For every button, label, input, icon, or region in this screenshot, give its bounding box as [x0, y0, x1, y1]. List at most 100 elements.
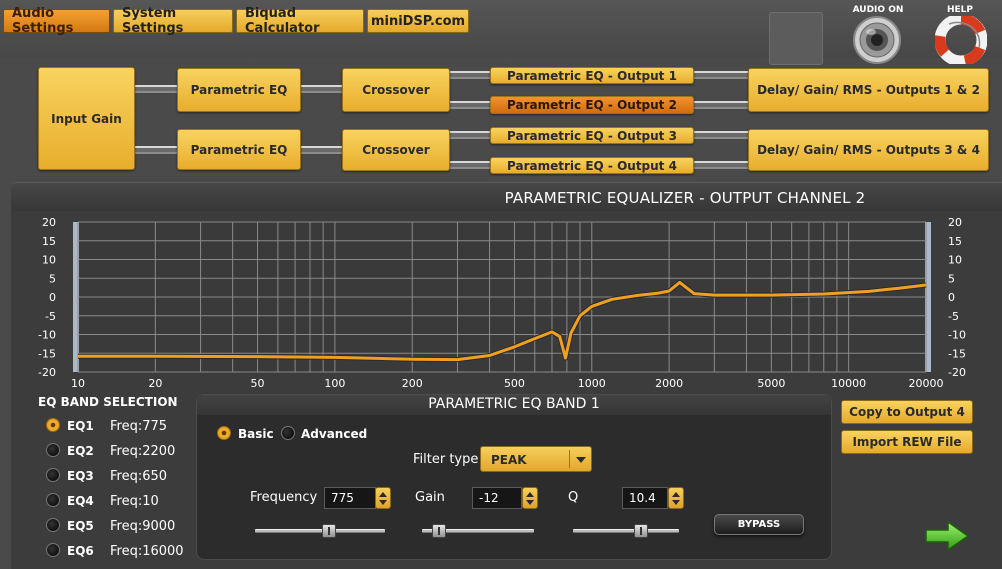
y-tick-label-right: -5 — [948, 310, 959, 323]
delay-gain-rms-outputs-3-4-block[interactable]: Delay/ Gain/ RMS - Outputs 3 & 4 — [748, 129, 989, 171]
import-rew-file-button[interactable]: Import REW File — [841, 430, 973, 454]
y-tick-label-left: -15 — [38, 347, 56, 360]
x-tick-label: 20000 — [909, 377, 944, 390]
panel-title: PARAMETRIC EQUALIZER - OUTPUT CHANNEL 2 — [504, 189, 866, 207]
arrow-down-icon — [526, 499, 534, 505]
x-tick-label: 5000 — [757, 377, 785, 390]
frequency-input[interactable]: 775 — [324, 487, 376, 509]
connector-line — [449, 101, 491, 109]
x-tick-label: 2000 — [655, 377, 683, 390]
mode-basic-label: Basic — [238, 427, 274, 441]
speaker-icon[interactable] — [852, 15, 902, 65]
eq-band-freq: Freq:2200 — [110, 444, 176, 459]
y-tick-label-left: -20 — [38, 366, 56, 379]
x-tick-label: 500 — [504, 377, 525, 390]
eq-band-name: EQ5 — [67, 519, 94, 533]
gain-label: Gain — [415, 490, 445, 505]
band-panel — [196, 394, 832, 560]
x-tick-label: 1000 — [578, 377, 606, 390]
connector-line — [134, 85, 178, 93]
y-tick-label-right: -15 — [948, 347, 966, 360]
eq-band-radio[interactable] — [46, 543, 60, 557]
y-tick-label-right: 10 — [948, 254, 962, 267]
connector-line — [449, 131, 491, 139]
frequency-slider[interactable] — [255, 529, 385, 533]
eq-band-name: EQ1 — [67, 419, 94, 433]
frequency-label: Frequency — [250, 490, 318, 505]
filter-type-select[interactable]: PEAK — [480, 446, 592, 472]
parametric-eq-block-2[interactable]: Parametric EQ — [177, 129, 301, 170]
q-slider-thumb[interactable] — [633, 524, 648, 538]
q-input[interactable]: 10.4 — [622, 487, 668, 509]
q-label: Q — [568, 490, 579, 505]
bypass-button[interactable]: BYPASS — [714, 514, 804, 535]
tab-audio-settings[interactable]: Audio Settings — [3, 6, 110, 36]
eq-band-selection-title: EQ BAND SELECTION — [38, 395, 178, 409]
connector-line — [300, 146, 343, 154]
frequency-stepper[interactable] — [375, 487, 391, 509]
connector-line — [694, 161, 749, 169]
y-tick-label-left: -10 — [38, 329, 56, 342]
gain-slider-thumb[interactable] — [431, 524, 446, 538]
blank-panel — [769, 12, 823, 65]
y-tick-label-left: -5 — [45, 310, 56, 323]
delay-gain-rms-outputs-1-2-block[interactable]: Delay/ Gain/ RMS - Outputs 1 & 2 — [748, 68, 989, 112]
eq-band-name: EQ2 — [67, 444, 94, 458]
connector-line — [300, 85, 343, 93]
x-tick-label: 10 — [71, 377, 85, 390]
select-divider — [569, 450, 570, 468]
copy-to-output-4-button[interactable]: Copy to Output 4 — [841, 400, 973, 424]
y-tick-label-left: 20 — [42, 216, 56, 229]
eq-band-freq: Freq:10 — [110, 494, 159, 509]
y-tick-label-right: 0 — [948, 291, 955, 304]
arrow-right-icon[interactable] — [924, 520, 970, 552]
y-tick-label-right: 15 — [948, 235, 962, 248]
x-tick-label: 50 — [251, 377, 265, 390]
q-slider[interactable] — [573, 529, 679, 533]
filter-type-value: PEAK — [491, 453, 527, 467]
mode-basic-radio[interactable] — [217, 426, 231, 440]
tab-biquad-calculator[interactable]: Biquad Calculator — [236, 6, 364, 36]
y-tick-label-left: 5 — [49, 272, 56, 285]
crossover-block-1[interactable]: Crossover — [342, 68, 450, 112]
connector-line — [449, 71, 491, 79]
q-stepper[interactable] — [668, 487, 684, 509]
parametric-eq-block-1[interactable]: Parametric EQ — [177, 68, 301, 112]
eq-band-radio[interactable] — [46, 418, 60, 432]
lifebuoy-icon[interactable] — [934, 13, 988, 67]
tab-minidsp-com[interactable]: miniDSP.com — [367, 9, 469, 33]
eq-band-freq: Freq:9000 — [110, 519, 176, 534]
eq-band-radio[interactable] — [46, 468, 60, 482]
peq-output-3-block[interactable]: Parametric EQ - Output 3 — [490, 127, 694, 144]
eq-band-radio[interactable] — [46, 443, 60, 457]
tab-system-settings[interactable]: System Settings — [113, 6, 233, 36]
eq-band-radio[interactable] — [46, 493, 60, 507]
y-tick-label-left: 10 — [42, 254, 56, 267]
eq-band-freq: Freq:16000 — [110, 544, 184, 559]
x-tick-label: 200 — [402, 377, 423, 390]
crossover-block-2[interactable]: Crossover — [342, 129, 450, 171]
input-gain-block[interactable]: Input Gain — [38, 67, 135, 170]
gain-stepper[interactable] — [522, 487, 538, 509]
eq-band-radio[interactable] — [46, 518, 60, 532]
connector-line — [694, 131, 749, 139]
eq-band-name: EQ3 — [67, 469, 94, 483]
chevron-down-icon — [576, 457, 586, 463]
mode-advanced-radio[interactable] — [281, 426, 295, 440]
arrow-down-icon — [379, 499, 387, 505]
peq-output-1-block[interactable]: Parametric EQ - Output 1 — [490, 67, 694, 84]
eq-response-chart: 20 2015 1510 105 50 0-5 -5-10 -10-15 -15-20 -2010… — [38, 216, 966, 390]
gain-input[interactable]: -12 — [472, 487, 522, 509]
frequency-slider-thumb[interactable] — [322, 524, 337, 538]
connector-line — [449, 161, 491, 169]
x-tick-label: 10000 — [831, 377, 866, 390]
x-tick-label: 20 — [148, 377, 162, 390]
y-tick-label-right: 5 — [948, 272, 955, 285]
connector-line — [694, 71, 749, 79]
peq-output-2-block[interactable]: Parametric EQ - Output 2 — [490, 96, 694, 114]
y-tick-label-right: -10 — [948, 329, 966, 342]
eq-band-freq: Freq:775 — [110, 419, 168, 434]
peq-output-4-block[interactable]: Parametric EQ - Output 4 — [490, 157, 694, 174]
arrow-down-icon — [672, 499, 680, 505]
x-tick-label: 100 — [324, 377, 345, 390]
